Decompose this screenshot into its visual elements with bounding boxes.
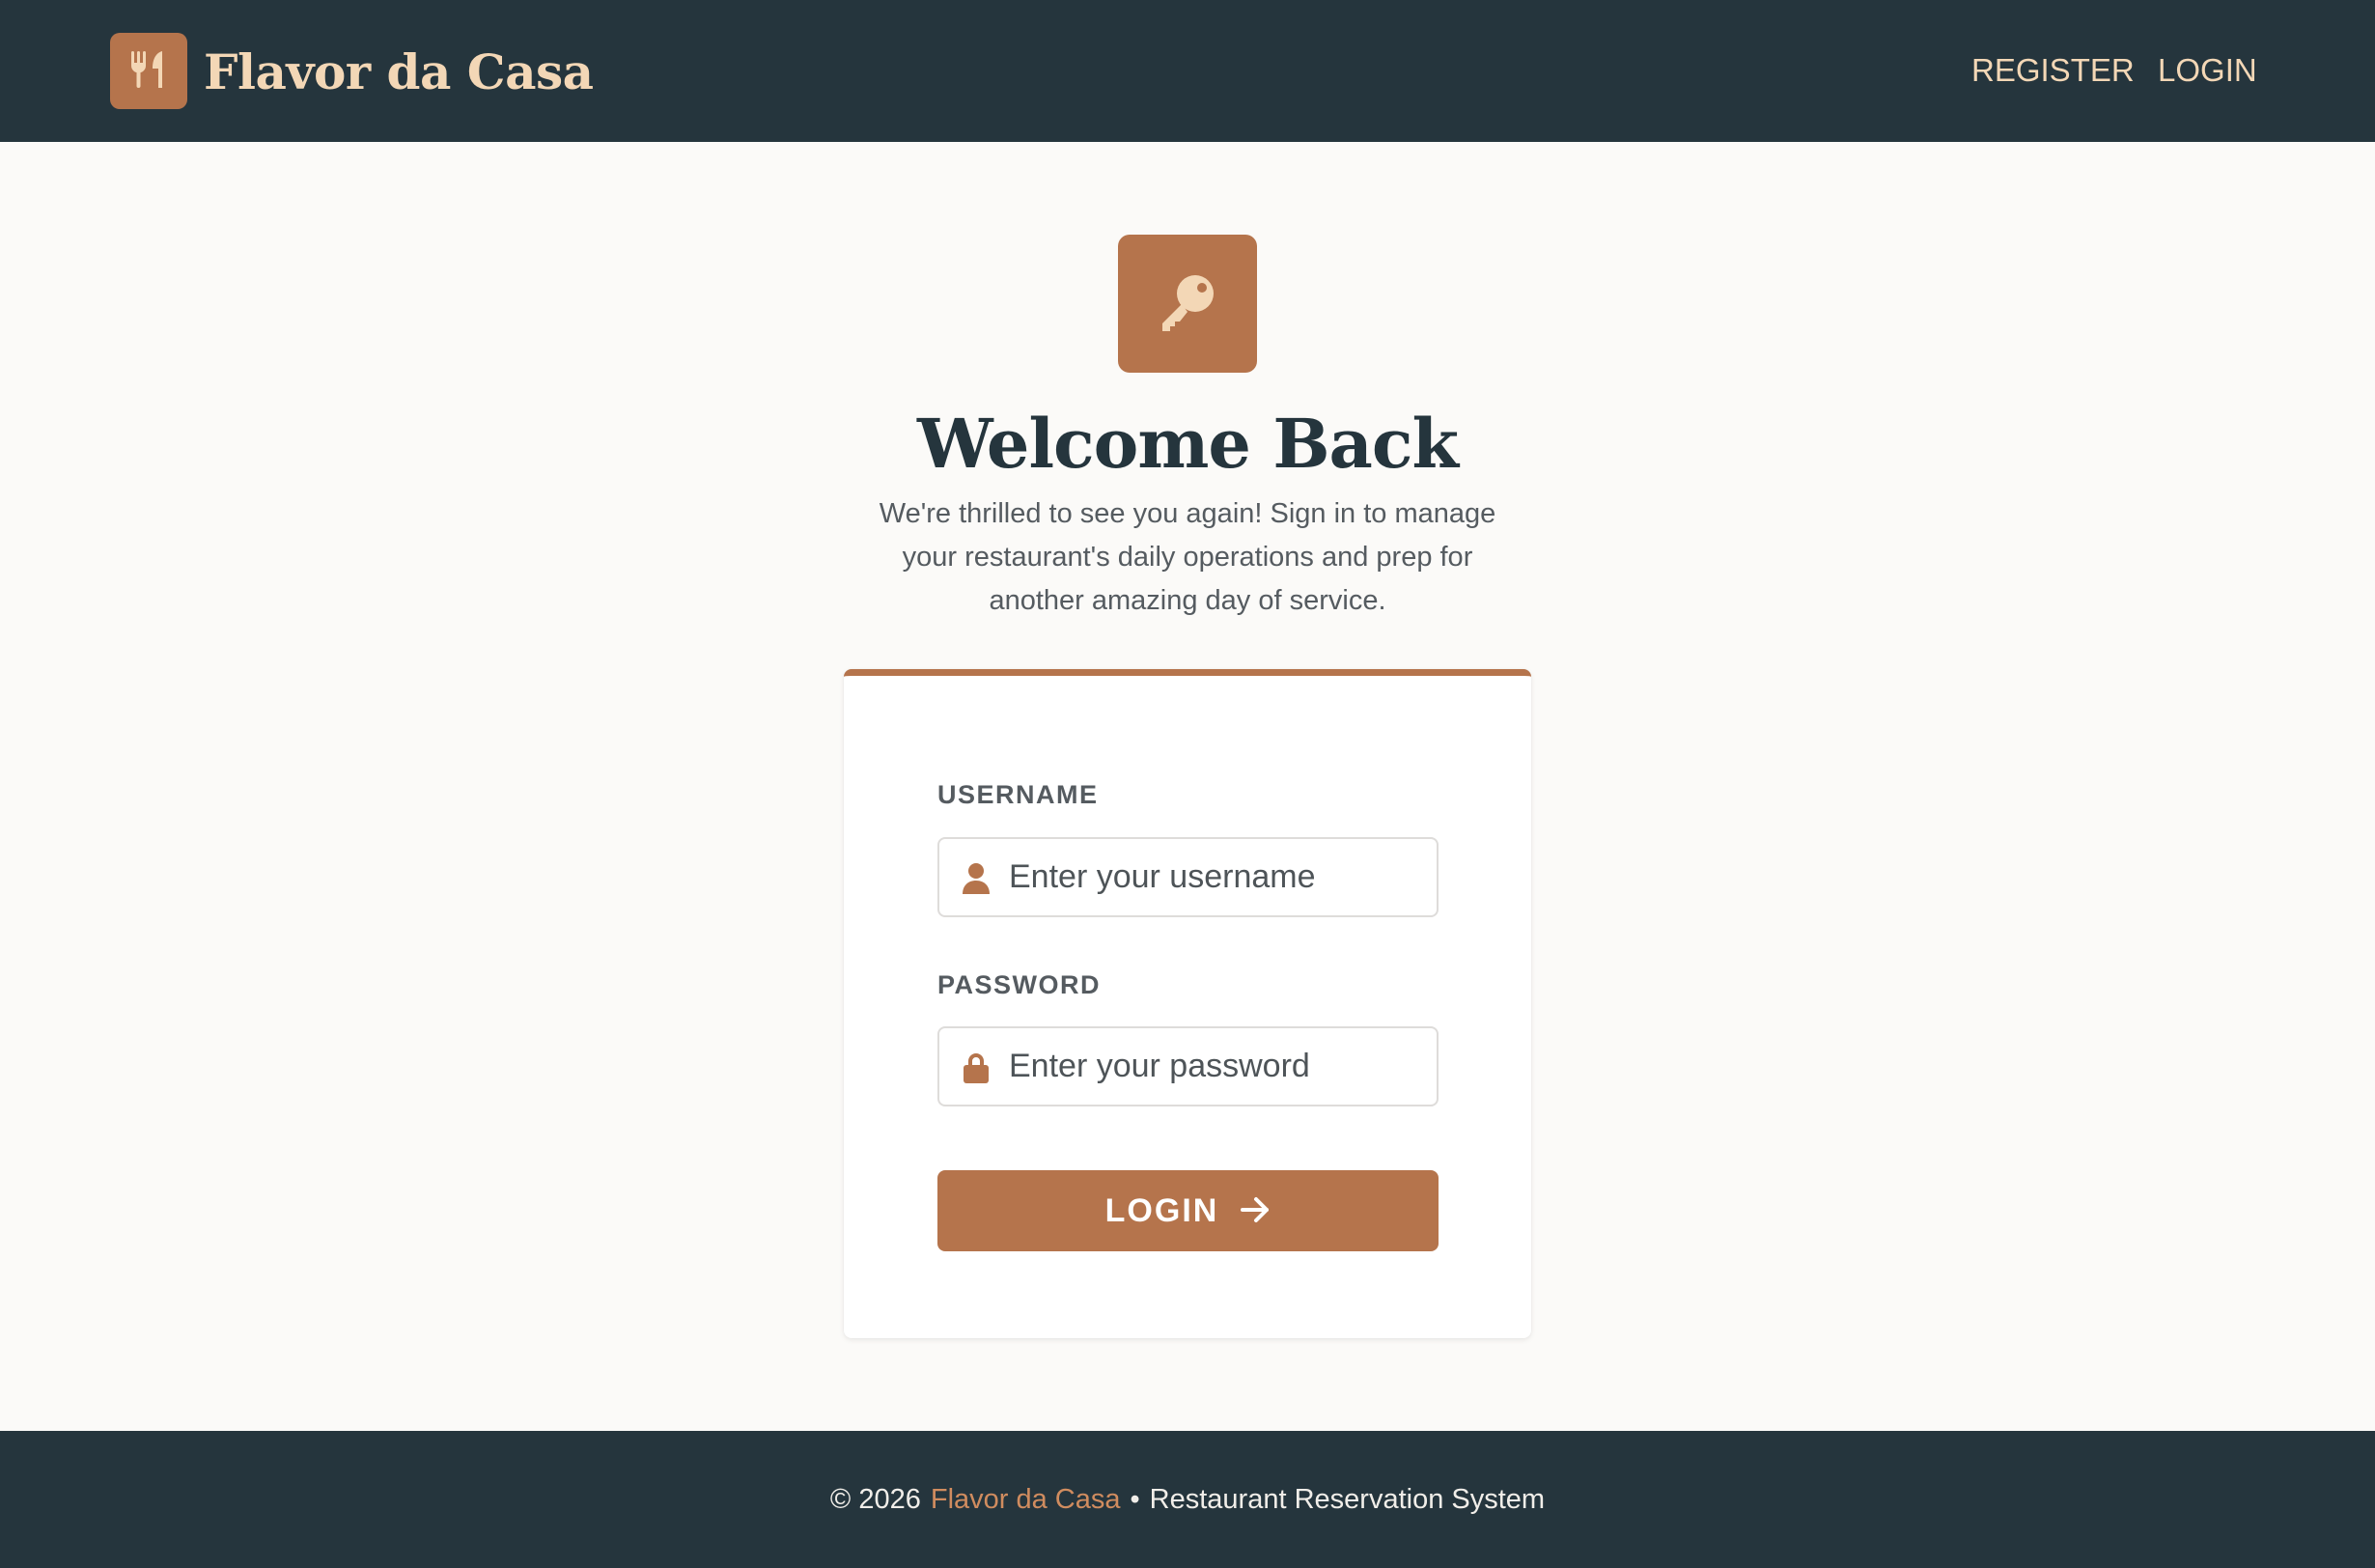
top-navbar: Flavor da Casa REGISTER LOGIN: [0, 0, 2375, 142]
hero-icon-badge: [1118, 235, 1257, 373]
footer-tagline: Restaurant Reservation System: [1149, 1483, 1546, 1515]
key-icon: [1153, 267, 1222, 341]
user-icon: [961, 862, 992, 895]
lock-icon: [961, 1051, 992, 1084]
nav-register-link[interactable]: REGISTER: [1971, 48, 2135, 93]
brand-name[interactable]: Flavor da Casa: [204, 39, 594, 106]
footer-brand-link[interactable]: Flavor da Casa: [931, 1484, 1121, 1516]
password-label: PASSWORD: [937, 970, 1102, 999]
password-field-wrapper[interactable]: [937, 1026, 1439, 1106]
username-label: USERNAME: [937, 780, 1099, 809]
username-input[interactable]: [1009, 839, 1424, 915]
footer-separator: •: [1130, 1483, 1140, 1515]
brand-logo[interactable]: [110, 33, 187, 109]
password-input[interactable]: [1009, 1028, 1424, 1105]
nav-login-link[interactable]: LOGIN: [2158, 48, 2257, 93]
arrow-right-icon: [1240, 1196, 1271, 1226]
login-form-card: USERNAME PASSWORD LOGIN: [844, 669, 1531, 1338]
page-subtitle: We're thrilled to see you again! Sign in…: [879, 498, 1496, 616]
login-submit-button[interactable]: LOGIN: [937, 1170, 1439, 1251]
fork-knife-icon: [127, 48, 170, 95]
username-field-wrapper[interactable]: [937, 837, 1439, 917]
page-title: Welcome Back: [917, 404, 1459, 484]
footer-copyright: © 2026: [829, 1483, 921, 1515]
login-button-label: LOGIN: [1104, 1191, 1219, 1229]
page-footer: © 2026 Flavor da Casa • Restaurant Reser…: [0, 1431, 2375, 1568]
